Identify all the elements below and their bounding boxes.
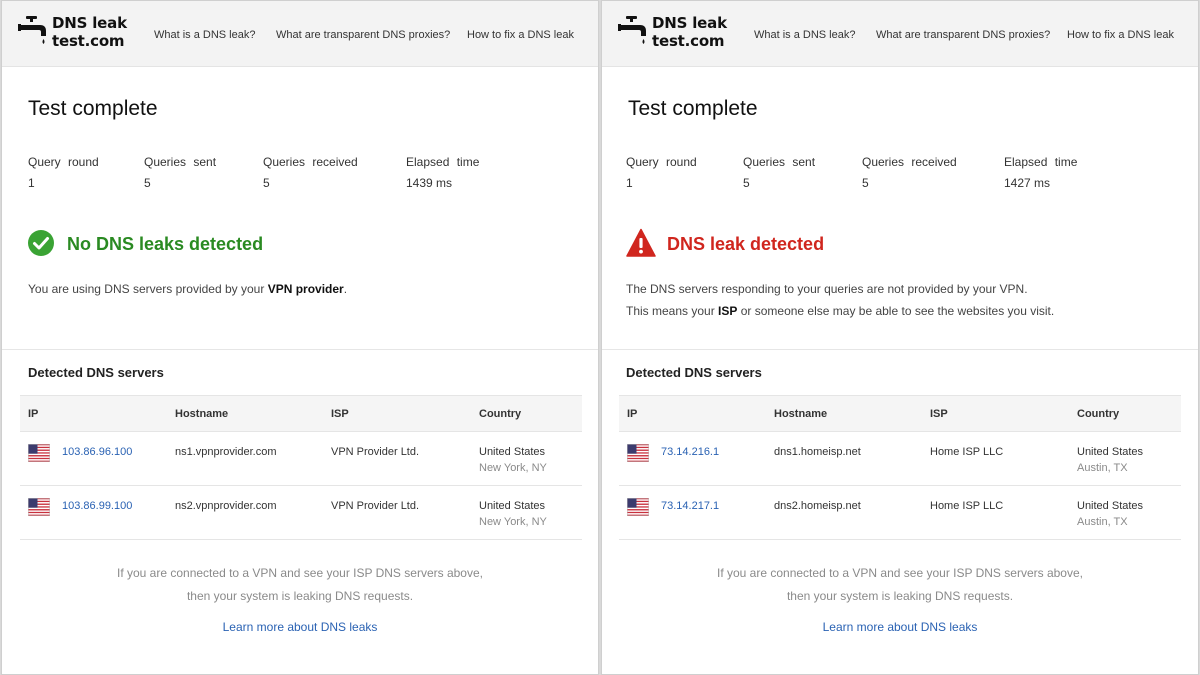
site-header: DNS leak test.com What is a DNS leak? Wh… (602, 1, 1198, 67)
logo-line-1: DNS leak (652, 14, 727, 32)
stat-value-queries-received: 5 (263, 176, 270, 190)
section-title-detected-servers: Detected DNS servers (28, 365, 164, 380)
server-ip-link[interactable]: 103.86.99.100 (62, 500, 132, 512)
nav-how-to-fix[interactable]: How to fix a DNS leak (467, 29, 574, 41)
column-country: Country (1077, 408, 1120, 420)
column-hostname: Hostname (175, 408, 229, 420)
us-flag-icon (28, 498, 50, 516)
server-isp: VPN Provider Ltd. (331, 500, 420, 512)
faucet-logo-icon[interactable] (16, 15, 48, 47)
footer-note-line-1: If you are connected to a VPN and see yo… (717, 566, 1083, 580)
nav-how-to-fix[interactable]: How to fix a DNS leak (1067, 29, 1174, 41)
server-ip-link[interactable]: 103.86.96.100 (62, 446, 132, 458)
vpn-provider-emphasis: VPN provider (267, 282, 344, 296)
server-country: United States (1077, 446, 1144, 458)
site-logo-text[interactable]: DNS leak test.com (652, 14, 727, 50)
servers-table-header: IP Hostname ISP Country (20, 395, 582, 432)
result-message-line-2: This means your ISP or someone else may … (626, 304, 1055, 318)
stat-value-queries-sent: 5 (144, 176, 151, 190)
server-isp: Home ISP LLC (930, 446, 1004, 458)
nav-transparent-dns-proxies[interactable]: What are transparent DNS proxies? (276, 29, 450, 41)
server-hostname: dns2.homeisp.net (774, 500, 861, 512)
server-city: New York, NY (479, 462, 547, 474)
warning-triangle-icon (626, 228, 656, 257)
logo-line-1: DNS leak (52, 14, 127, 32)
section-divider (2, 349, 598, 350)
server-city: Austin, TX (1077, 516, 1128, 528)
stat-value-queries-received: 5 (862, 176, 869, 190)
result-message: You are using DNS servers provided by yo… (28, 282, 348, 296)
stat-value-elapsed-time: 1427 ms (1004, 176, 1051, 190)
stat-value-query-round: 1 (626, 176, 633, 190)
stat-label-elapsed-time: Elapsed time (406, 155, 480, 169)
footer-note-line-1: If you are connected to a VPN and see yo… (117, 566, 483, 580)
column-isp: ISP (331, 408, 349, 420)
table-row: 103.86.99.100 ns2.vpnprovider.com VPN Pr… (20, 486, 582, 540)
nav-transparent-dns-proxies[interactable]: What are transparent DNS proxies? (876, 29, 1050, 41)
stat-value-query-round: 1 (28, 176, 35, 190)
column-ip: IP (28, 408, 39, 420)
table-row: 103.86.96.100 ns1.vpnprovider.com VPN Pr… (20, 432, 582, 486)
column-hostname: Hostname (774, 408, 828, 420)
server-ip-link[interactable]: 73.14.216.1 (661, 446, 719, 458)
result-title: DNS leak detected (667, 234, 825, 254)
stat-label-query-round: Query round (28, 155, 99, 169)
us-flag-icon (627, 498, 649, 516)
logo-line-2: test.com (52, 32, 125, 50)
us-flag-icon (28, 444, 50, 462)
footer-note-line-2: then your system is leaking DNS requests… (186, 589, 414, 603)
stat-label-queries-received: Queries received (263, 155, 358, 169)
stat-label-queries-received: Queries received (862, 155, 957, 169)
column-ip: IP (627, 408, 638, 420)
nav-what-is-dns-leak[interactable]: What is a DNS leak? (754, 29, 855, 41)
table-row: 73.14.217.1 dns2.homeisp.net Home ISP LL… (619, 486, 1181, 540)
page-title: Test complete (28, 97, 158, 120)
server-country: United States (479, 446, 546, 458)
stat-label-queries-sent: Queries sent (743, 155, 816, 169)
server-city: New York, NY (479, 516, 547, 528)
stat-label-elapsed-time: Elapsed time (1004, 155, 1078, 169)
check-circle-icon (28, 230, 54, 256)
server-isp: VPN Provider Ltd. (331, 446, 420, 458)
server-hostname: dns1.homeisp.net (774, 446, 861, 458)
learn-more-link[interactable]: Learn more about DNS leaks (602, 620, 1198, 634)
result-title: No DNS leaks detected (67, 234, 264, 254)
server-city: Austin, TX (1077, 462, 1128, 474)
stat-value-queries-sent: 5 (743, 176, 750, 190)
site-logo-text[interactable]: DNS leak test.com (52, 14, 127, 50)
server-country: United States (479, 500, 546, 512)
site-header: DNS leak test.com What is a DNS leak? Wh… (2, 1, 598, 67)
stat-value-elapsed-time: 1439 ms (406, 176, 453, 190)
isp-emphasis: ISP (718, 304, 738, 318)
server-ip-link[interactable]: 73.14.217.1 (661, 500, 719, 512)
faucet-logo-icon[interactable] (616, 15, 648, 47)
stat-label-queries-sent: Queries sent (144, 155, 217, 169)
result-message-line-1: The DNS servers responding to your queri… (626, 282, 1028, 296)
section-divider (602, 349, 1198, 350)
result-panel-no-leak: DNS leak test.com What is a DNS leak? Wh… (1, 0, 599, 675)
us-flag-icon (627, 444, 649, 462)
column-country: Country (479, 408, 522, 420)
stat-label-query-round: Query round (626, 155, 697, 169)
server-hostname: ns2.vpnprovider.com (175, 500, 277, 512)
server-country: United States (1077, 500, 1144, 512)
page-title: Test complete (628, 97, 758, 120)
nav-what-is-dns-leak[interactable]: What is a DNS leak? (154, 29, 255, 41)
server-isp: Home ISP LLC (930, 500, 1004, 512)
result-panel-leak: DNS leak test.com What is a DNS leak? Wh… (601, 0, 1199, 675)
footer-note-line-2: then your system is leaking DNS requests… (786, 589, 1014, 603)
logo-line-2: test.com (652, 32, 725, 50)
column-isp: ISP (930, 408, 948, 420)
learn-more-link[interactable]: Learn more about DNS leaks (2, 620, 598, 634)
section-title-detected-servers: Detected DNS servers (626, 365, 762, 380)
table-row: 73.14.216.1 dns1.homeisp.net Home ISP LL… (619, 432, 1181, 486)
servers-table-header: IP Hostname ISP Country (619, 395, 1181, 432)
server-hostname: ns1.vpnprovider.com (175, 446, 277, 458)
